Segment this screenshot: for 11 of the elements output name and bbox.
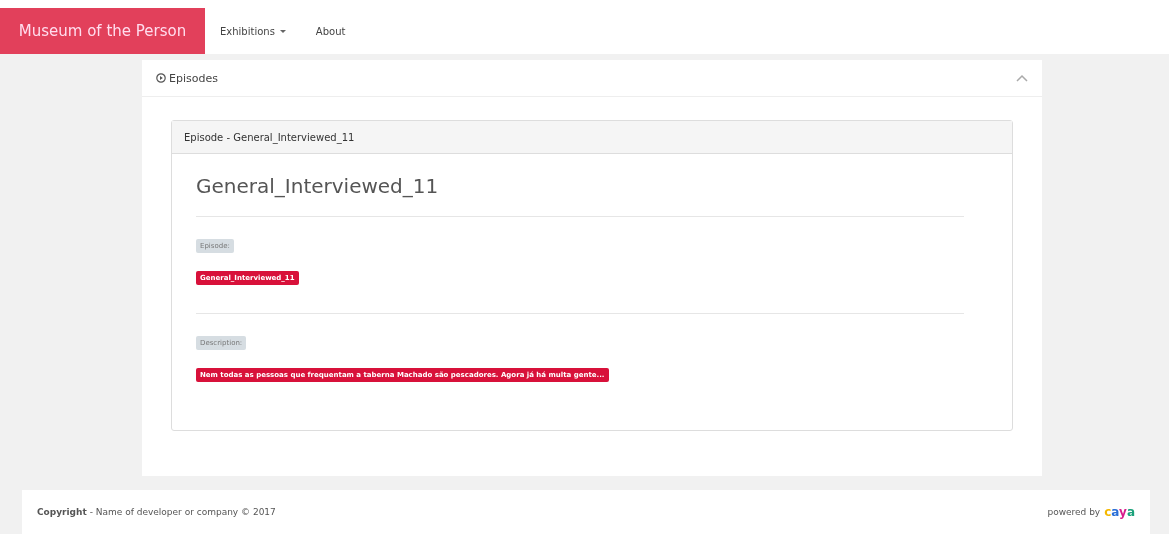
chevron-icon[interactable] xyxy=(1016,74,1028,82)
panel-title: Episodes xyxy=(169,71,219,85)
nav-link[interactable]: About xyxy=(315,25,346,37)
play-circle-icon xyxy=(156,73,166,83)
nav-link[interactable]: Exhibitions xyxy=(220,25,286,37)
caret-icon xyxy=(279,29,286,33)
powered-by-text: powered by xyxy=(1047,507,1101,517)
card-header: Episode - General_Interviewed_11 xyxy=(184,131,355,143)
episode-title: General_Interviewed_11 xyxy=(196,174,440,198)
logo: caya xyxy=(1104,505,1135,519)
copyright-text: Copyright - Name of developer or company © 2017 xyxy=(37,507,276,517)
